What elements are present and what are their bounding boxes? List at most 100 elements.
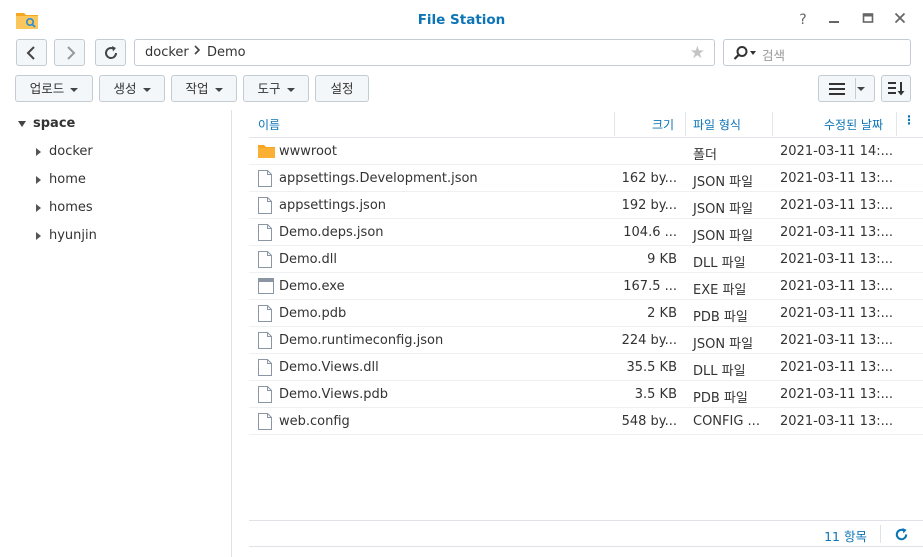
file-size: 9 KB bbox=[647, 252, 677, 267]
table-row[interactable]: Demo.dll 9 KB DLL 파일 2021-03-11 13:... bbox=[249, 246, 923, 273]
file-name: Demo.pdb bbox=[279, 306, 347, 321]
item-count: 11 항목 bbox=[824, 529, 867, 544]
column-header-modified[interactable]: 수정된 날짜 bbox=[824, 116, 883, 133]
file-modified: 2021-03-11 13:... bbox=[780, 171, 894, 186]
file-icon bbox=[258, 386, 272, 403]
file-name: appsettings.Development.json bbox=[279, 171, 478, 186]
back-button[interactable] bbox=[16, 39, 47, 66]
column-header-size[interactable]: 크기 bbox=[652, 116, 674, 133]
file-name: Demo.Views.pdb bbox=[279, 387, 389, 402]
refresh-icon[interactable] bbox=[894, 527, 909, 542]
tree-item-hyunjin[interactable]: hyunjin bbox=[49, 228, 97, 243]
table-row[interactable]: wwwroot 폴더 2021-03-11 14:... bbox=[249, 138, 923, 165]
file-type: JSON 파일 bbox=[693, 202, 754, 217]
create-button[interactable]: 생성 bbox=[99, 75, 165, 102]
file-icon bbox=[258, 197, 272, 214]
table-row[interactable]: web.config 548 by... CONFIG ... 2021-03-11 … bbox=[249, 408, 923, 435]
file-type: PDB 파일 bbox=[693, 310, 748, 325]
table-row[interactable]: appsettings.json 192 by... JSON 파일 2021-03-… bbox=[249, 192, 923, 219]
file-modified: 2021-03-11 13:... bbox=[780, 360, 894, 375]
chevron-down-icon bbox=[857, 87, 865, 91]
file-modified: 2021-03-11 14:... bbox=[780, 144, 894, 159]
path-bar[interactable]: docker Demo ★ bbox=[134, 39, 715, 66]
search-icon bbox=[733, 46, 748, 60]
refresh-button[interactable] bbox=[95, 39, 126, 66]
star-icon[interactable]: ★ bbox=[690, 43, 705, 63]
chevron-right-icon bbox=[66, 46, 75, 60]
chevron-down-icon bbox=[286, 87, 295, 92]
tree-item-homes[interactable]: homes bbox=[49, 200, 93, 215]
list-view-icon bbox=[829, 83, 845, 95]
table-row[interactable]: Demo.runtimeconfig.json 224 by... JSON 파일 2… bbox=[249, 327, 923, 354]
tree-item-home[interactable]: home bbox=[49, 172, 86, 187]
table-row[interactable]: Demo.Views.dll 35.5 KB DLL 파일 2021-03-11 13… bbox=[249, 354, 923, 381]
title-bar: File Station ? bbox=[0, 0, 923, 38]
collapse-arrow-icon[interactable] bbox=[36, 176, 41, 184]
file-type: JSON 파일 bbox=[693, 229, 754, 244]
tree-item-docker[interactable]: docker bbox=[49, 144, 93, 159]
file-type: DLL 파일 bbox=[693, 256, 746, 271]
file-name: Demo.Views.dll bbox=[279, 360, 379, 375]
file-name: Demo.dll bbox=[279, 252, 338, 267]
collapse-arrow-icon[interactable] bbox=[36, 148, 41, 156]
chevron-down-icon bbox=[142, 87, 151, 92]
file-modified: 2021-03-11 13:... bbox=[780, 198, 894, 213]
file-modified: 2021-03-11 13:... bbox=[780, 333, 894, 348]
breadcrumb-demo[interactable]: Demo bbox=[207, 45, 246, 60]
tools-button[interactable]: 도구 bbox=[243, 75, 309, 102]
forward-button[interactable] bbox=[54, 39, 85, 66]
sort-button[interactable] bbox=[881, 75, 911, 102]
breadcrumb-docker[interactable]: docker bbox=[145, 45, 189, 60]
collapse-arrow-icon[interactable] bbox=[36, 204, 41, 212]
upload-label: 업로드 bbox=[29, 81, 65, 96]
maximize-icon[interactable] bbox=[859, 11, 877, 29]
column-header-type[interactable]: 파일 형식 bbox=[693, 116, 741, 133]
search-placeholder: 검색 bbox=[762, 48, 786, 63]
expand-arrow-icon[interactable] bbox=[18, 121, 26, 127]
table-header: 이름 크기 파일 형식 수정된 날짜 ⋮ bbox=[249, 110, 923, 138]
minimize-icon[interactable] bbox=[825, 11, 843, 29]
file-size: 167.5 ... bbox=[623, 279, 677, 294]
sort-icon bbox=[888, 82, 905, 96]
table-row[interactable]: Demo.pdb 2 KB PDB 파일 2021-03-11 13:... bbox=[249, 300, 923, 327]
file-size: 224 by... bbox=[621, 333, 677, 348]
upload-button[interactable]: 업로드 bbox=[15, 75, 93, 102]
file-icon bbox=[258, 305, 272, 322]
close-icon[interactable] bbox=[891, 11, 909, 29]
file-icon bbox=[258, 413, 272, 430]
table-row[interactable]: appsettings.Development.json 162 by... JSO… bbox=[249, 165, 923, 192]
table-row[interactable]: Demo.Views.pdb 3.5 KB PDB 파일 2021-03-11 13:… bbox=[249, 381, 923, 408]
file-name: Demo.deps.json bbox=[279, 225, 384, 240]
view-mode-button[interactable] bbox=[818, 75, 875, 102]
refresh-icon bbox=[104, 46, 117, 59]
column-header-name[interactable]: 이름 bbox=[258, 116, 280, 133]
settings-button[interactable]: 설정 bbox=[315, 75, 369, 102]
file-size: 192 by... bbox=[621, 198, 677, 213]
file-name: Demo.exe bbox=[279, 279, 345, 294]
file-size: 548 by... bbox=[621, 414, 677, 429]
chevron-down-icon bbox=[214, 87, 223, 92]
chevron-left-icon bbox=[26, 46, 35, 60]
executable-file-icon bbox=[258, 278, 274, 294]
chevron-down-icon bbox=[70, 87, 79, 92]
file-size: 162 by... bbox=[621, 171, 677, 186]
file-name: wwwroot bbox=[279, 144, 337, 159]
file-name: appsettings.json bbox=[279, 198, 387, 213]
table-row[interactable]: Demo.deps.json 104.6 ... JSON 파일 2021-03-11… bbox=[249, 219, 923, 246]
folder-icon bbox=[258, 145, 275, 158]
collapse-arrow-icon[interactable] bbox=[36, 232, 41, 240]
file-type: JSON 파일 bbox=[693, 337, 754, 352]
action-label: 작업 bbox=[185, 81, 209, 96]
column-options-icon[interactable]: ⋮ bbox=[903, 113, 915, 127]
search-input[interactable]: 검색 bbox=[723, 39, 911, 66]
folder-tree: space docker home homes hyunjin bbox=[0, 110, 232, 557]
file-size: 35.5 KB bbox=[626, 360, 677, 375]
file-icon bbox=[258, 251, 272, 268]
tree-root-space[interactable]: space bbox=[33, 116, 75, 131]
action-button[interactable]: 작업 bbox=[171, 75, 237, 102]
help-icon[interactable]: ? bbox=[794, 11, 812, 29]
create-label: 생성 bbox=[113, 81, 137, 96]
table-row[interactable]: Demo.exe 167.5 ... EXE 파일 2021-03-11 13:... bbox=[249, 273, 923, 300]
file-type: CONFIG ... bbox=[693, 414, 760, 429]
file-type: EXE 파일 bbox=[693, 283, 747, 298]
